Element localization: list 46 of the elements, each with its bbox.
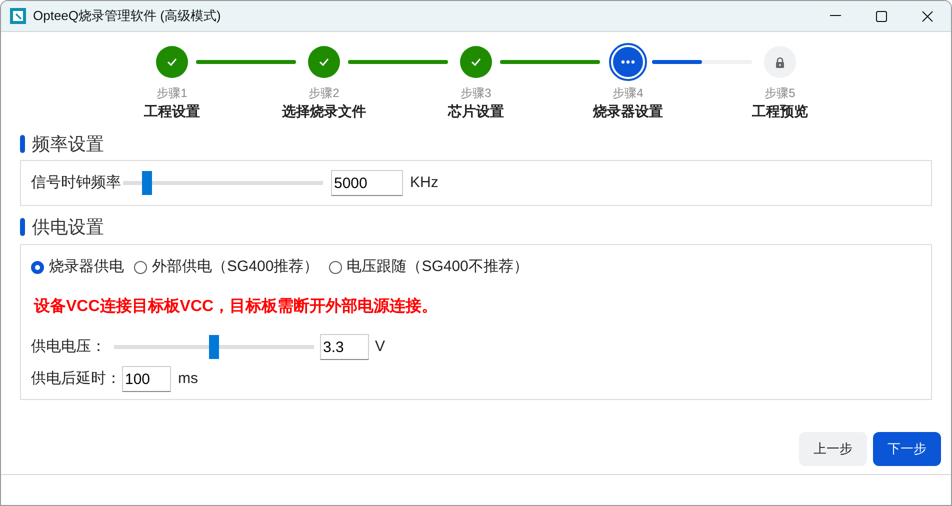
app-icon: [10, 8, 26, 24]
step-caption: 步骤3: [460, 85, 492, 101]
radio-button[interactable]: [134, 260, 147, 274]
step-title: 工程设置: [144, 102, 200, 121]
step-caption: 步骤2: [308, 85, 340, 101]
close-icon: [922, 10, 932, 22]
section-marker: [20, 135, 25, 153]
section-heading: 供电设置: [32, 216, 104, 238]
field-label: 供电电压：: [31, 336, 106, 357]
window-title: OpteeQ烧录管理软件 (高级模式): [33, 7, 221, 26]
step-title: 选择烧录文件: [282, 102, 366, 121]
step-caption: 步骤1: [156, 85, 188, 101]
slider-thumb[interactable]: [209, 335, 219, 359]
step-caption: 步骤4: [612, 85, 644, 101]
input-field[interactable]: 100: [122, 366, 171, 392]
check-icon: [319, 58, 329, 66]
slider[interactable]: [114, 335, 314, 359]
more-icon: [621, 60, 635, 64]
section-heading: 频率设置: [32, 132, 104, 156]
lock-icon: [775, 56, 785, 68]
minimize-icon: [830, 15, 840, 17]
slider-thumb[interactable]: [142, 171, 152, 195]
input-field[interactable]: 3.3: [320, 334, 369, 360]
warning-text: 设备VCC连接目标板VCC，目标板需断开外部电源连接。: [34, 296, 439, 317]
radio-label[interactable]: 烧录器供电: [49, 256, 124, 278]
radio-label[interactable]: 电压跟随（SG400不推荐）: [346, 256, 528, 278]
unit-label: V: [375, 336, 386, 357]
field-label: 供电后延时：: [31, 368, 121, 389]
section-marker: [20, 218, 25, 236]
slider[interactable]: [123, 171, 323, 195]
back-button[interactable]: 上一步: [799, 432, 867, 466]
input-field[interactable]: 5000: [331, 170, 403, 196]
step-title: 烧录器设置: [593, 102, 663, 121]
radio-button[interactable]: [328, 260, 342, 274]
radio-label[interactable]: 外部供电（SG400推荐）: [152, 256, 319, 278]
field-label: 信号时钟频率: [31, 172, 121, 193]
maximize-icon: [876, 10, 886, 22]
step-title: 芯片设置: [448, 102, 504, 121]
step-title: 工程预览: [752, 102, 808, 121]
radio-button[interactable]: [31, 260, 44, 274]
unit-label: KHz: [410, 172, 438, 193]
check-icon: [471, 58, 481, 66]
step-caption: 步骤5: [764, 85, 796, 101]
next-button[interactable]: 下一步: [873, 432, 941, 466]
check-icon: [167, 58, 177, 66]
unit-label: ms: [178, 368, 198, 389]
